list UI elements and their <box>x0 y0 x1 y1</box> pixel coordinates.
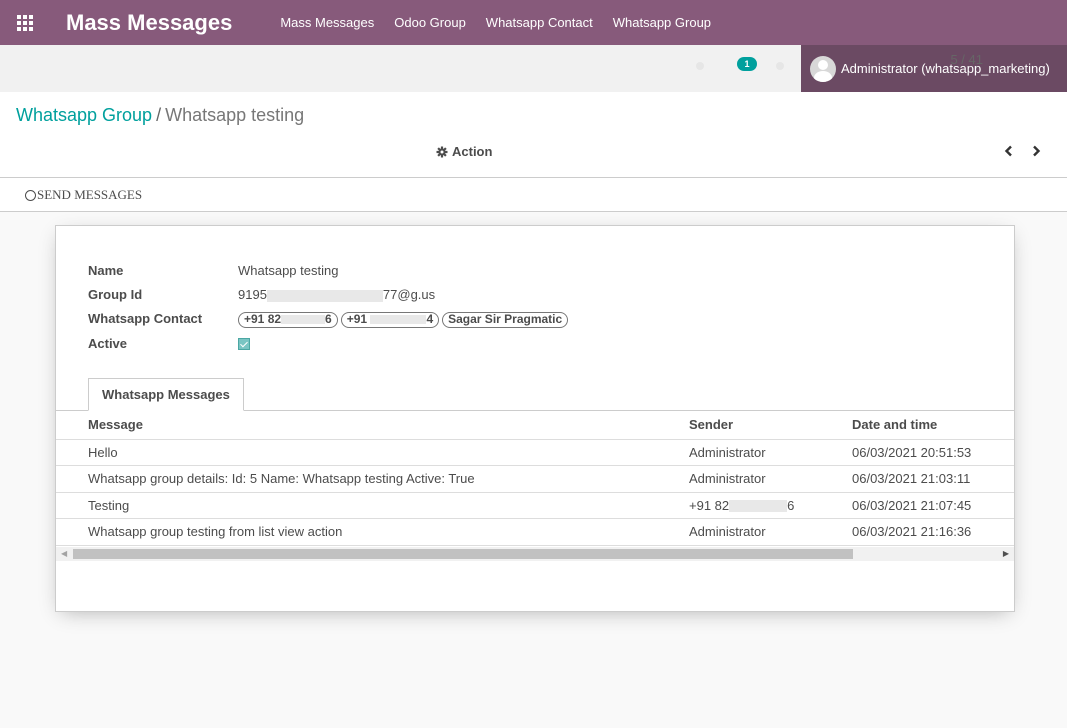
sender-cell: Administrator <box>688 439 851 466</box>
column-date[interactable]: Date and time <box>851 411 1014 440</box>
breadcrumb-parent[interactable]: Whatsapp Group <box>16 105 152 125</box>
notebook-tabs: Whatsapp Messages <box>56 378 1014 411</box>
message-cell: Hello <box>56 439 688 466</box>
horizontal-scrollbar[interactable]: ◀ ▶ <box>56 547 1014 561</box>
table-row[interactable]: Testing +91 82 6 06/03/2021 21:07:45 <box>56 492 1014 519</box>
breadcrumb-separator: / <box>156 105 162 125</box>
messages-badge[interactable]: 1 <box>737 57 757 71</box>
sender-cell: Administrator <box>688 465 851 493</box>
active-label: Active <box>88 336 128 351</box>
table-row[interactable]: Whatsapp group testing from list view ac… <box>56 518 1014 546</box>
message-cell: Whatsapp group details: Id: 5 Name: What… <box>56 465 688 493</box>
scroll-left-icon[interactable]: ◀ <box>61 549 67 558</box>
group-id-suffix: 77@g.us <box>382 287 436 302</box>
group-id-prefix: 9195 <box>238 287 267 302</box>
apps-menu-icon[interactable] <box>17 14 33 31</box>
control-panel: Whatsapp Group / Whatsapp testing Action <box>0 92 1067 178</box>
gear-icon <box>436 146 448 157</box>
date-cell: 06/03/2021 20:51:53 <box>851 439 1014 466</box>
menu-whatsapp-contact[interactable]: Whatsapp Contact <box>486 15 593 30</box>
top-navbar: Mass Messages Mass Messages Odoo Group W… <box>0 0 1067 45</box>
pager-value[interactable]: 5 / 41 <box>950 52 983 67</box>
message-cell: Testing <box>56 492 688 519</box>
chevron-right-icon[interactable] <box>1031 144 1041 160</box>
menu-odoo-group[interactable]: Odoo Group <box>394 15 466 30</box>
redacted-text <box>266 289 383 302</box>
whatsapp-icon <box>25 189 36 201</box>
scrollbar-thumb[interactable] <box>73 549 853 559</box>
sender-cell: +91 82 6 <box>688 492 851 519</box>
group-id-value[interactable]: 9195 77@g.us <box>238 287 435 302</box>
menu-whatsapp-group[interactable]: Whatsapp Group <box>613 15 711 30</box>
avatar <box>810 55 836 82</box>
name-field: Name Whatsapp testing <box>88 263 338 278</box>
phone-icon[interactable] <box>696 62 704 70</box>
send-messages-label: SEND MESSAGES <box>37 187 143 202</box>
active-field: Active <box>88 336 250 351</box>
breadcrumb-current: Whatsapp testing <box>165 105 305 125</box>
name-value[interactable]: Whatsapp testing <box>238 263 338 278</box>
whatsapp-contact-field: Whatsapp Contact +91 82 6 +91 4 Sagar Sir P… <box>88 311 571 328</box>
table-header-row: Message Sender Date and time <box>56 411 1014 440</box>
column-message[interactable]: Message <box>56 411 688 440</box>
group-id-label: Group Id <box>88 287 143 302</box>
group-id-field: Group Id 9195 77@g.us <box>88 287 435 302</box>
date-cell: 06/03/2021 21:16:36 <box>851 518 1014 546</box>
tab-whatsapp-messages[interactable]: Whatsapp Messages <box>88 378 244 411</box>
activity-icon[interactable] <box>776 62 784 70</box>
whatsapp-contact-tags[interactable]: +91 82 6 +91 4 Sagar Sir Pragmatic <box>238 311 571 328</box>
table-row[interactable]: Whatsapp group details: Id: 5 Name: What… <box>56 465 1014 493</box>
menu-mass-messages[interactable]: Mass Messages <box>280 15 374 30</box>
action-label: Action <box>452 144 493 159</box>
app-title[interactable]: Mass Messages <box>66 10 232 36</box>
date-cell: 06/03/2021 21:03:11 <box>851 465 1014 493</box>
table-row[interactable]: Hello Administrator 06/03/2021 20:51:53 <box>56 439 1014 466</box>
action-button[interactable]: Action <box>436 144 492 159</box>
active-checkbox[interactable] <box>238 338 250 350</box>
messages-table: Message Sender Date and time Hello Admin… <box>56 411 1014 546</box>
date-cell: 06/03/2021 21:07:45 <box>851 492 1014 519</box>
chevron-left-icon[interactable] <box>1004 144 1014 160</box>
form-statusbar: SEND MESSAGES <box>0 178 1067 212</box>
message-cell: Whatsapp group testing from list view ac… <box>56 518 688 546</box>
scroll-right-icon[interactable]: ▶ <box>1003 549 1009 558</box>
form-sheet: Name Whatsapp testing Group Id 9195 77@g.… <box>55 225 1015 612</box>
contact-tag[interactable]: +91 82 6 <box>238 312 338 328</box>
whatsapp-contact-label: Whatsapp Contact <box>88 311 203 326</box>
user-name: Administrator (whatsapp_marketing) <box>841 61 1050 76</box>
contact-tag[interactable]: Sagar Sir Pragmatic <box>442 312 569 328</box>
column-sender[interactable]: Sender <box>688 411 851 440</box>
breadcrumb: Whatsapp Group / Whatsapp testing <box>16 105 304 126</box>
user-menu[interactable]: Administrator (whatsapp_marketing) <box>801 45 1067 92</box>
contact-tag[interactable]: +91 4 <box>340 312 440 328</box>
sender-cell: Administrator <box>688 518 851 546</box>
name-label: Name <box>88 263 124 278</box>
send-messages-button[interactable]: SEND MESSAGES <box>25 187 142 203</box>
